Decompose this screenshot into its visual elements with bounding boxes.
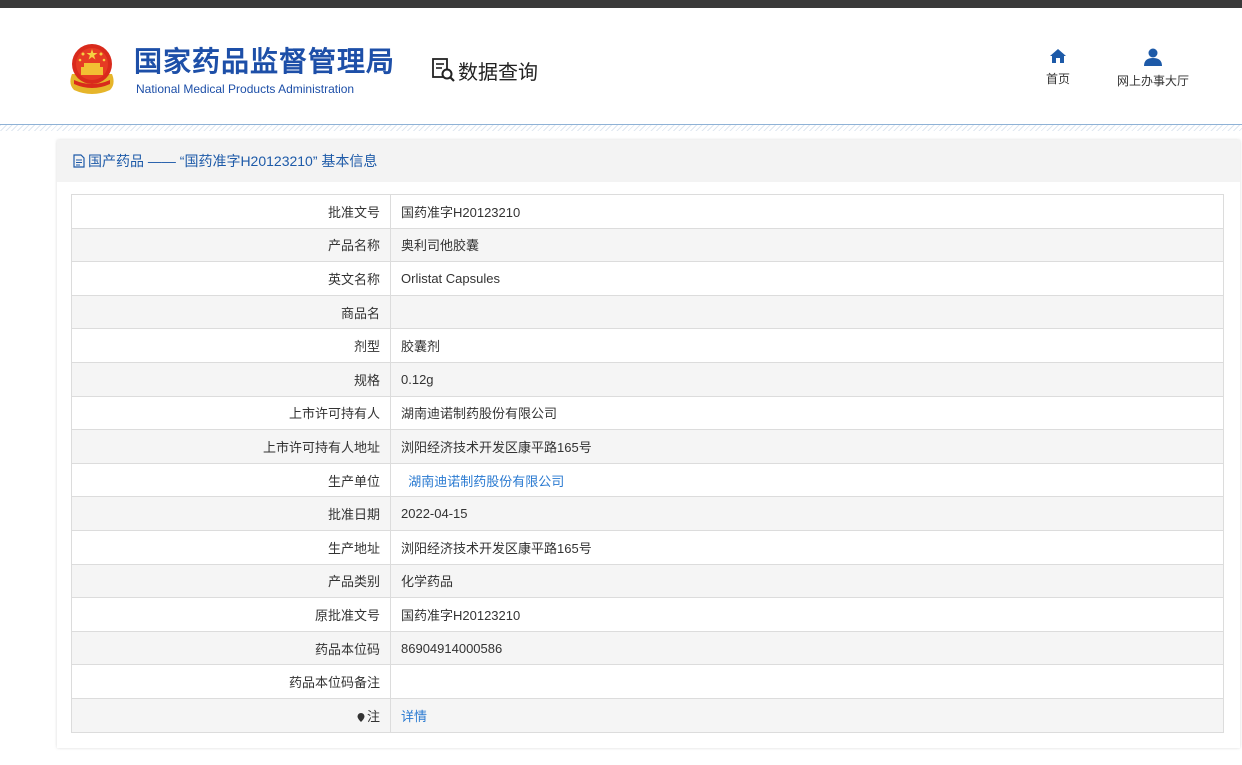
row-value: 化学药品 (390, 563, 1224, 599)
manufacturer-link[interactable]: 湖南迪诺制药股份有限公司 (408, 474, 564, 489)
data-query-title: 数据查询 (430, 54, 538, 86)
home-icon (1050, 49, 1066, 63)
table-row: 批准日期 2022-04-15 (71, 496, 1224, 531)
row-value: 奥利司他胶囊 (390, 227, 1224, 263)
row-value: 浏阳经济技术开发区康平路165号 (390, 529, 1224, 565)
data-query-label: 数据查询 (458, 61, 538, 84)
row-value: Orlistat Capsules (390, 261, 1224, 296)
table-row: 英文名称 Orlistat Capsules (71, 261, 1224, 296)
row-label: 英文名称 (71, 261, 391, 296)
row-label: 批准文号 (71, 194, 391, 229)
document-search-icon (432, 58, 455, 82)
nav-home-label: 首页 (1046, 72, 1071, 86)
card-title: 国产药品 —— “国药准字H20123210” 基本信息 (57, 140, 1240, 182)
row-value: 湖南迪诺制药股份有限公司 (390, 395, 1224, 431)
row-label: 药品本位码备注 (71, 664, 391, 699)
row-label: 生产地址 (71, 529, 391, 565)
table-row: 剂型 胶囊剂 (71, 328, 1224, 363)
row-label: 药品本位码 (71, 630, 391, 666)
row-label: 产品名称 (71, 227, 391, 263)
table-row: 规格 0.12g (71, 361, 1224, 397)
row-value-cell: 湖南迪诺制药股份有限公司 (390, 462, 1224, 498)
row-value (390, 664, 1224, 699)
row-label: 上市许可持有人 (71, 395, 391, 431)
org-name-cn: 国家药品监督管理局 (134, 46, 396, 77)
nav-online-service-hall[interactable]: 网上办事大厅 (1117, 48, 1189, 89)
row-label: 商品名 (71, 294, 391, 330)
drug-info-table: 批准文号 国药准字H20123210 产品名称 奥利司他胶囊 英文名称 Orli… (71, 194, 1224, 733)
document-icon (73, 154, 85, 168)
org-name-en: National Medical Products Administration (136, 82, 355, 96)
note-label: 注 (366, 708, 380, 724)
row-label: 剂型 (71, 328, 391, 363)
table-row: 注 详情 (71, 697, 1224, 733)
row-label: 产品类别 (71, 563, 391, 599)
table-row: 商品名 (71, 294, 1224, 330)
row-label-cell: 注 (71, 697, 391, 733)
table-row: 产品类别 化学药品 (71, 563, 1224, 599)
drug-info-card: 国产药品 —— “国药准字H20123210” 基本信息 批准文号 国药准字H2… (57, 140, 1240, 748)
row-value: 国药准字H20123210 (390, 194, 1224, 229)
row-label: 上市许可持有人地址 (71, 429, 391, 464)
table-row: 上市许可持有人 湖南迪诺制药股份有限公司 (71, 395, 1224, 431)
card-title-text: 国产药品 —— “国药准字H20123210” 基本信息 (88, 153, 378, 169)
table-row: 生产地址 浏阳经济技术开发区康平路165号 (71, 529, 1224, 565)
row-label: 批准日期 (71, 496, 391, 531)
table-row: 产品名称 奥利司他胶囊 (71, 227, 1224, 263)
row-value: 国药准字H20123210 (390, 597, 1224, 632)
table-row: 原批准文号 国药准字H20123210 (71, 597, 1224, 632)
row-label: 生产单位 (71, 462, 391, 498)
row-value (390, 294, 1224, 330)
row-value-cell: 详情 (390, 697, 1224, 733)
table-row: 批准文号 国药准字H20123210 (71, 194, 1224, 229)
table-row: 药品本位码备注 (71, 664, 1224, 699)
table-row: 药品本位码 86904914000586 (71, 630, 1224, 666)
nav-home[interactable]: 首页 (1046, 48, 1070, 87)
row-label: 规格 (71, 361, 391, 397)
row-value: 2022-04-15 (390, 496, 1224, 531)
nav-hall-label: 网上办事大厅 (1117, 74, 1190, 88)
user-icon (1144, 48, 1162, 66)
row-value: 86904914000586 (390, 630, 1224, 666)
row-value: 胶囊剂 (390, 328, 1224, 363)
details-link[interactable]: 详情 (401, 709, 427, 724)
pin-icon (357, 712, 365, 722)
table-row: 上市许可持有人地址 浏阳经济技术开发区康平路165号 (71, 429, 1224, 464)
row-value: 0.12g (390, 361, 1224, 397)
top-bar (0, 0, 1242, 8)
row-value: 浏阳经济技术开发区康平路165号 (390, 429, 1224, 464)
table-row: 生产单位 湖南迪诺制药股份有限公司 (71, 462, 1224, 498)
national-emblem-icon (70, 44, 114, 94)
row-label: 原批准文号 (71, 597, 391, 632)
header-divider (0, 124, 1242, 131)
